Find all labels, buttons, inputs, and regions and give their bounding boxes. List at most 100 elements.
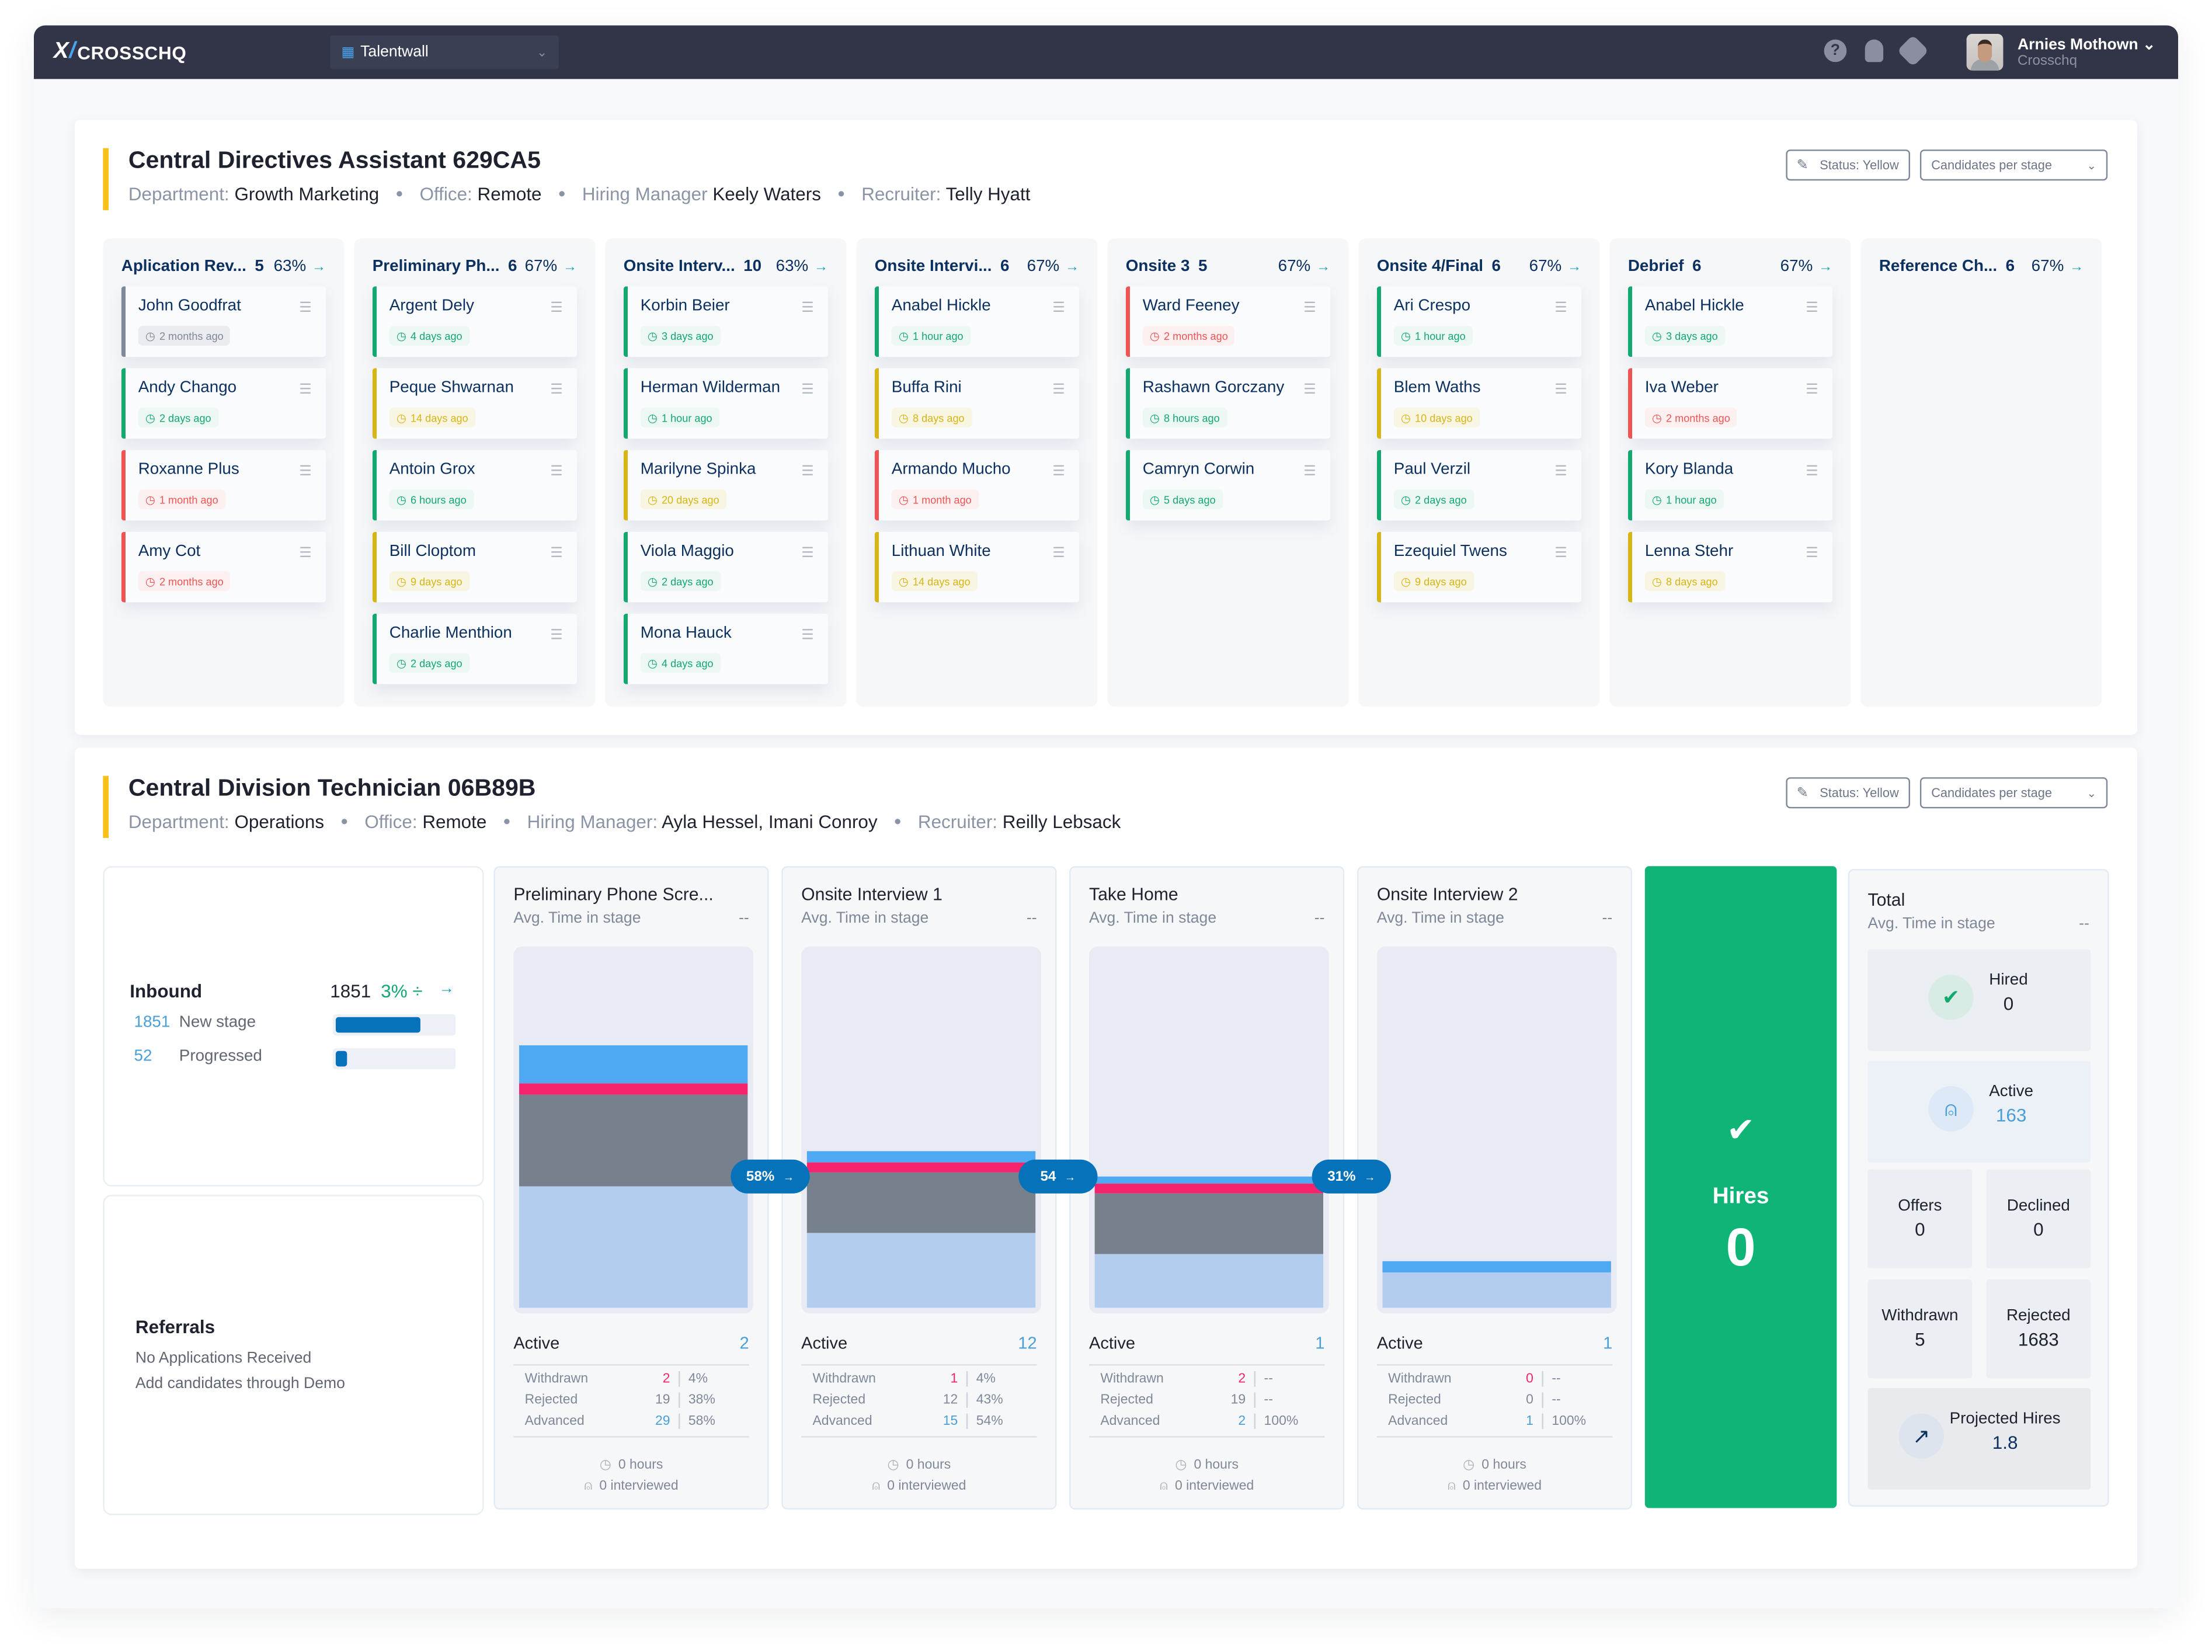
drag-handle-icon[interactable]: ☰ <box>801 301 814 317</box>
candidate-card[interactable]: Rashawn Gorczany ☰ ◷ 8 hours ago <box>1125 368 1331 439</box>
arrow-right-icon[interactable]: → <box>1818 259 1832 274</box>
candidate-card[interactable]: Andy Chango ☰ ◷ 2 days ago <box>121 368 326 439</box>
candidate-card[interactable]: Anabel Hickle ☰ ◷ 3 days ago <box>1627 286 1833 357</box>
projected-hires-stat[interactable]: ↗ Projected Hires 1.8 <box>1867 1388 2091 1490</box>
column-header[interactable]: Onsite 4/Final 6 67% → <box>1358 238 1599 275</box>
drag-handle-icon[interactable]: ☰ <box>1806 382 1818 398</box>
column-header[interactable]: Onsite 3 5 67% → <box>1107 238 1348 275</box>
crosschq-logo[interactable]: X/ CROSSCHQ <box>54 40 330 65</box>
drag-handle-icon[interactable]: ☰ <box>1554 546 1567 562</box>
arrow-right-icon[interactable]: → <box>563 259 577 274</box>
candidate-card[interactable]: Mona Hauck ☰ ◷ 4 days ago <box>623 613 829 684</box>
candidate-card[interactable]: Peque Shwarnan ☰ ◷ 14 days ago <box>372 368 578 439</box>
candidate-card[interactable]: Bill Cloptom ☰ ◷ 9 days ago <box>372 531 578 603</box>
candidate-card[interactable]: Amy Cot ☰ ◷ 2 months ago <box>121 531 326 603</box>
arrow-right-icon[interactable]: → <box>2070 259 2084 274</box>
drag-handle-icon[interactable]: ☰ <box>1554 464 1567 480</box>
arrow-right-icon[interactable]: → <box>814 259 828 274</box>
drag-handle-icon[interactable]: ☰ <box>1806 546 1818 562</box>
drag-handle-icon[interactable]: ☰ <box>801 628 814 644</box>
status-button[interactable]: ✎ Status: Yellow <box>1785 777 1910 809</box>
drag-handle-icon[interactable]: ☰ <box>1303 382 1316 398</box>
status-button[interactable]: ✎ Status: Yellow <box>1785 149 1910 181</box>
job-title[interactable]: Central Division Technician 06B89B <box>128 773 1121 804</box>
drag-handle-icon[interactable]: ☰ <box>801 546 814 562</box>
column-header[interactable]: Preliminary Ph... 6 67% → <box>354 238 595 275</box>
column-header[interactable]: Onsite Intervi... 6 67% → <box>856 238 1097 275</box>
help-icon[interactable]: ? <box>1824 39 1847 62</box>
candidate-card[interactable]: Argent Dely ☰ ◷ 4 days ago <box>372 286 578 357</box>
conversion-badge[interactable]: 58% → <box>731 1159 810 1194</box>
drag-handle-icon[interactable]: ☰ <box>1052 301 1065 317</box>
gear-icon[interactable] <box>1897 34 1929 67</box>
workspace-select[interactable]: ▦ Talentwall ⌄ <box>330 35 559 69</box>
conversion-badge[interactable]: 54 → <box>1018 1159 1098 1194</box>
column-header[interactable]: Reference Ch... 6 67% → <box>1860 238 2102 275</box>
withdrawn-stat[interactable]: Withdrawn 5 <box>1867 1279 1973 1379</box>
drag-handle-icon[interactable]: ☰ <box>1303 301 1316 317</box>
bell-icon[interactable] <box>1865 39 1884 62</box>
arrow-right-icon[interactable]: → <box>1567 259 1581 274</box>
drag-handle-icon[interactable]: ☰ <box>299 382 312 398</box>
candidate-card[interactable]: Paul Verzil ☰ ◷ 2 days ago <box>1376 450 1582 521</box>
view-select[interactable]: Candidates per stage ⌄ <box>1919 777 2108 809</box>
candidate-card[interactable]: John Goodfrat ☰ ◷ 2 months ago <box>121 286 326 357</box>
conversion-badge[interactable]: 31% → <box>1312 1159 1391 1194</box>
column-header[interactable]: Aplication Rev... 5 63% → <box>103 238 344 275</box>
drag-handle-icon[interactable]: ☰ <box>550 546 563 562</box>
column-header[interactable]: Onsite Interv... 10 63% → <box>605 238 846 275</box>
candidate-card[interactable]: Kory Blanda ☰ ◷ 1 hour ago <box>1627 450 1833 521</box>
drag-handle-icon[interactable]: ☰ <box>550 382 563 398</box>
arrow-right-icon[interactable]: → <box>439 980 454 997</box>
arrow-right-icon[interactable]: → <box>1316 259 1330 274</box>
drag-handle-icon[interactable]: ☰ <box>801 464 814 480</box>
candidate-card[interactable]: Charlie Menthion ☰ ◷ 2 days ago <box>372 613 578 684</box>
candidate-card[interactable]: Herman Wilderman ☰ ◷ 1 hour ago <box>623 368 829 439</box>
drag-handle-icon[interactable]: ☰ <box>299 464 312 480</box>
candidate-card[interactable]: Anabel Hickle ☰ ◷ 1 hour ago <box>874 286 1080 357</box>
candidate-card[interactable]: Roxanne Plus ☰ ◷ 1 month ago <box>121 450 326 521</box>
candidate-card[interactable]: Antoin Grox ☰ ◷ 6 hours ago <box>372 450 578 521</box>
inbound-card[interactable]: Inbound 1851 3% ÷ → 1851 New stage 52 Pr… <box>103 866 484 1187</box>
candidate-card[interactable]: Buffa Rini ☰ ◷ 8 days ago <box>874 368 1080 439</box>
rejected-stat[interactable]: Rejected 1683 <box>1986 1279 2091 1379</box>
stage-column[interactable]: Onsite Interview 2 Avg. Time in stage --… <box>1357 866 1633 1510</box>
drag-handle-icon[interactable]: ☰ <box>1554 382 1567 398</box>
drag-handle-icon[interactable]: ☰ <box>1052 546 1065 562</box>
active-stat[interactable]: ⍝ Active 163 <box>1867 1060 2091 1163</box>
drag-handle-icon[interactable]: ☰ <box>550 301 563 317</box>
drag-handle-icon[interactable]: ☰ <box>1806 464 1818 480</box>
user-menu[interactable]: Arnies Mothown ⌄ Crosschq <box>1967 33 2155 71</box>
stage-column[interactable]: Take Home Avg. Time in stage -- Active 1 … <box>1069 866 1345 1510</box>
drag-handle-icon[interactable]: ☰ <box>299 301 312 317</box>
drag-handle-icon[interactable]: ☰ <box>550 464 563 480</box>
drag-handle-icon[interactable]: ☰ <box>1806 301 1818 317</box>
drag-handle-icon[interactable]: ☰ <box>1303 464 1316 480</box>
candidate-card[interactable]: Marilyne Spinka ☰ ◷ 20 days ago <box>623 450 829 521</box>
drag-handle-icon[interactable]: ☰ <box>1052 382 1065 398</box>
arrow-right-icon[interactable]: → <box>1065 259 1079 274</box>
candidate-card[interactable]: Korbin Beier ☰ ◷ 3 days ago <box>623 286 829 357</box>
candidate-card[interactable]: Lenna Stehr ☰ ◷ 8 days ago <box>1627 531 1833 603</box>
view-select[interactable]: Candidates per stage ⌄ <box>1919 149 2108 181</box>
candidate-card[interactable]: Lithuan White ☰ ◷ 14 days ago <box>874 531 1080 603</box>
drag-handle-icon[interactable]: ☰ <box>1554 301 1567 317</box>
declined-stat[interactable]: Declined 0 <box>1986 1169 2091 1268</box>
referrals-card[interactable]: Referrals No Applications Received Add c… <box>103 1195 484 1515</box>
candidate-card[interactable]: Iva Weber ☰ ◷ 2 months ago <box>1627 368 1833 439</box>
arrow-right-icon[interactable]: → <box>312 259 326 274</box>
job-title[interactable]: Central Directives Assistant 629CA5 <box>128 145 1031 176</box>
candidate-card[interactable]: Viola Maggio ☰ ◷ 2 days ago <box>623 531 829 603</box>
candidate-card[interactable]: Ward Feeney ☰ ◷ 2 months ago <box>1125 286 1331 357</box>
drag-handle-icon[interactable]: ☰ <box>1052 464 1065 480</box>
stage-column[interactable]: Onsite Interview 1 Avg. Time in stage --… <box>781 866 1057 1510</box>
candidate-card[interactable]: Ari Crespo ☰ ◷ 1 hour ago <box>1376 286 1582 357</box>
drag-handle-icon[interactable]: ☰ <box>801 382 814 398</box>
drag-handle-icon[interactable]: ☰ <box>299 546 312 562</box>
candidate-card[interactable]: Armando Mucho ☰ ◷ 1 month ago <box>874 450 1080 521</box>
candidate-card[interactable]: Ezequiel Twens ☰ ◷ 9 days ago <box>1376 531 1582 603</box>
stage-column[interactable]: Preliminary Phone Scre... Avg. Time in s… <box>493 866 769 1510</box>
candidate-card[interactable]: Blem Waths ☰ ◷ 10 days ago <box>1376 368 1582 439</box>
candidate-card[interactable]: Camryn Corwin ☰ ◷ 5 days ago <box>1125 450 1331 521</box>
hires-card[interactable]: ✔ Hires 0 <box>1644 866 1837 1508</box>
